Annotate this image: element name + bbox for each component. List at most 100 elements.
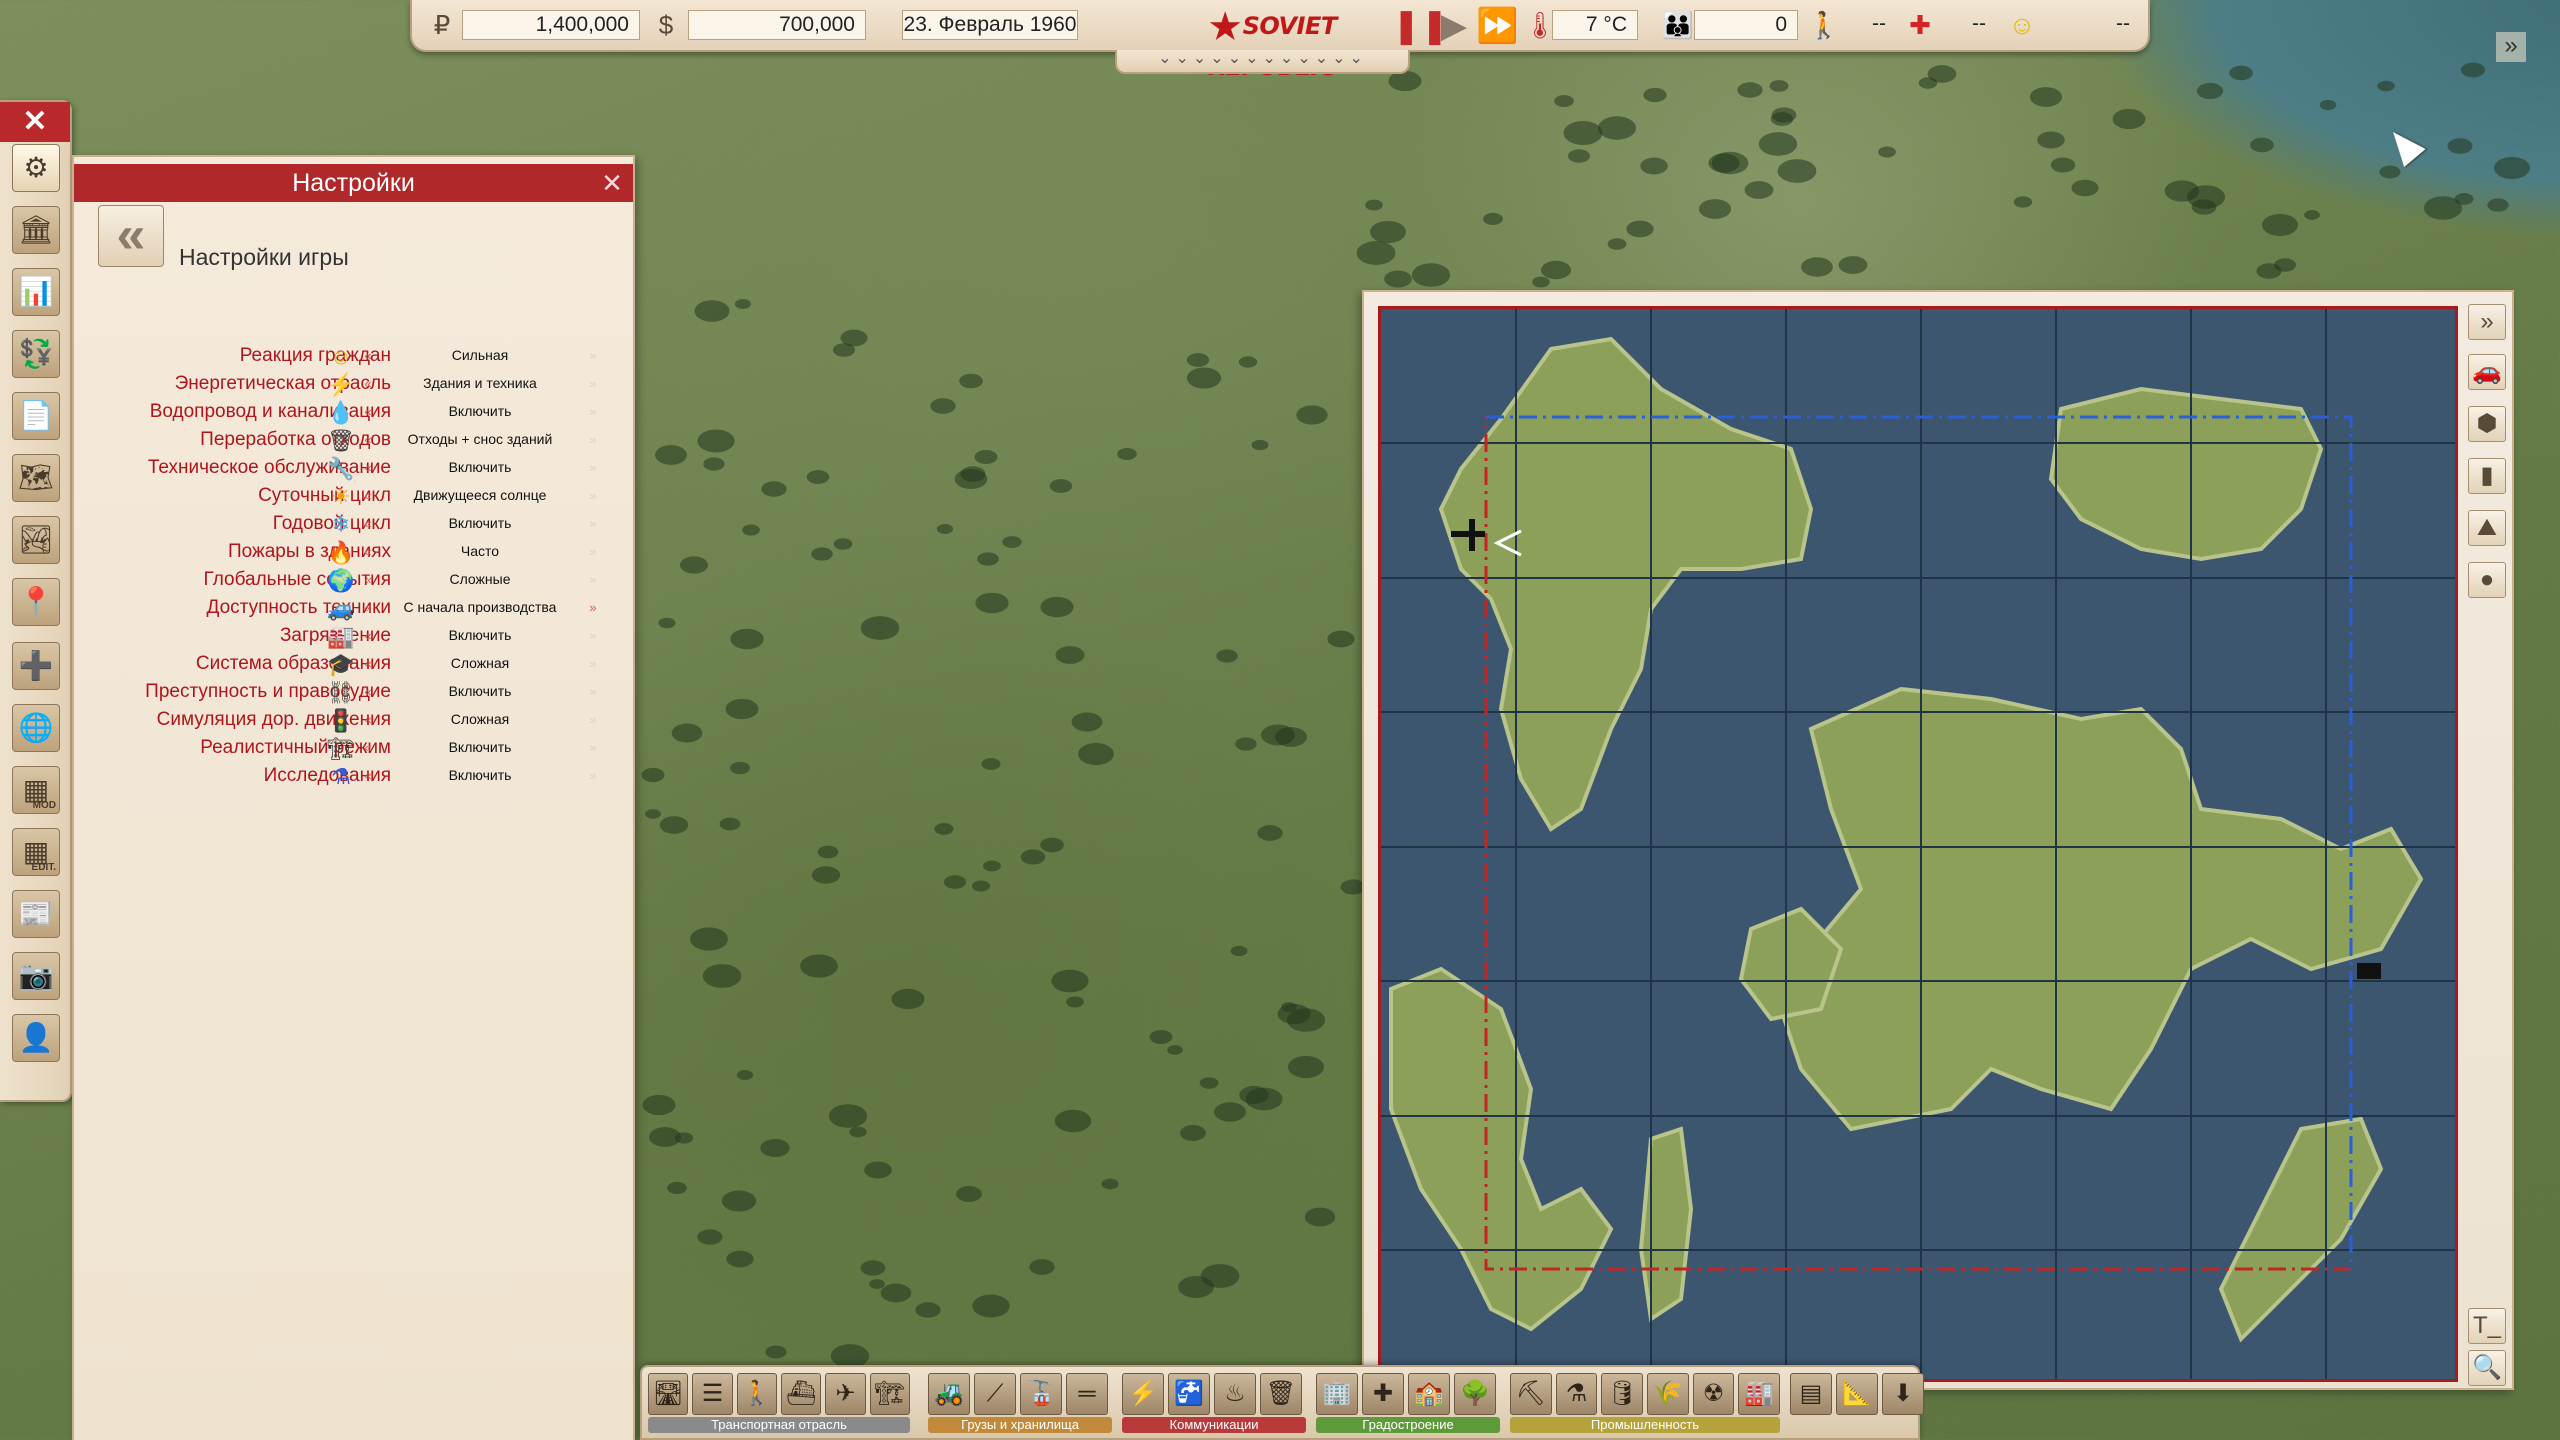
ship-icon[interactable]: ⛴ [780,1373,822,1415]
prev-option-button[interactable]: « [360,347,376,365]
prev-option-button[interactable]: « [360,543,376,561]
statistics-icon[interactable]: 📊 [12,268,60,316]
next-option-button[interactable]: » [585,711,601,729]
group-caption: Транспортная отрасль [648,1417,910,1433]
prev-option-button[interactable]: « [360,655,376,673]
forklift-icon[interactable]: 🚜 [928,1373,970,1415]
road-icon[interactable]: 🛣 [648,1373,689,1415]
next-option-button[interactable]: » [585,403,601,421]
ore-layer-icon[interactable]: ● [2468,562,2506,598]
add-region-icon[interactable]: ➕ [12,642,60,690]
prev-option-button[interactable]: « [360,683,376,701]
next-option-button[interactable]: » [585,683,601,701]
next-option-button[interactable]: » [585,655,601,673]
next-option-button[interactable]: » [585,459,601,477]
next-option-button[interactable]: » [585,487,601,505]
fast-forward-button[interactable]: ⏩ [1476,7,1518,45]
chemical-icon[interactable]: ⚗ [1555,1373,1598,1415]
heating-icon[interactable]: ♨ [1214,1373,1256,1415]
construction-icon[interactable]: 🏭 [1738,1373,1781,1415]
power-line-icon[interactable]: ⚡ [1122,1373,1164,1415]
back-button[interactable]: « [98,205,164,267]
prev-option-button[interactable]: « [360,599,376,617]
minimap[interactable] [1378,306,2458,1382]
close-toolbar-button[interactable]: ✕ [0,102,70,142]
trade-icon[interactable]: 💱 [12,330,60,378]
expand-topbar-tab[interactable]: ⌄⌄⌄⌄⌄⌄⌄⌄⌄⌄⌄⌄ [1115,50,1410,74]
tree [1383,270,1412,288]
prev-option-button[interactable]: « [360,403,376,421]
hospital-icon[interactable]: ✚ [1362,1373,1404,1415]
conveyor-icon[interactable]: ⟋ [974,1373,1016,1415]
prev-option-button[interactable]: « [360,767,376,785]
camera-icon[interactable]: 📷 [12,952,60,1000]
dollars-balance[interactable]: 700,000 [688,10,866,40]
next-option-button[interactable]: » [585,543,601,561]
prev-option-button[interactable]: « [360,375,376,393]
prev-option-button[interactable]: « [360,711,376,729]
editor-icon[interactable]: ▦ EDIT. [12,828,60,876]
zoom-magnifier-icon[interactable]: 🔍 [2468,1350,2506,1386]
world-icon[interactable]: 🌐 [12,704,60,752]
collapse-right-icon[interactable]: » [2496,32,2526,62]
prev-option-button[interactable]: « [360,627,376,645]
mod-icon[interactable]: ▦ MOD [12,766,60,814]
next-option-button[interactable]: » [585,347,601,365]
prev-option-button[interactable]: « [360,739,376,757]
next-option-button[interactable]: » [585,431,601,449]
prev-option-button[interactable]: « [360,459,376,477]
park-icon[interactable]: 🌳 [1454,1373,1496,1415]
settings-gear-icon[interactable]: ⚙ [12,144,60,192]
minimap-expand-button[interactable]: » [2468,304,2506,340]
oil-icon[interactable]: 🛢 [1601,1373,1644,1415]
airplane-icon[interactable]: ✈ [825,1373,866,1415]
vehicles-layer-icon[interactable]: 🚗 [2468,354,2506,390]
tree [642,1094,676,1115]
food-icon[interactable]: 🌾 [1647,1373,1689,1415]
settings-row: Техническое обслуживание 🔧 «Включить» [74,455,637,483]
leader-portrait-icon[interactable]: 👤 [12,1014,60,1062]
map-overview-icon[interactable]: 🏞 [12,516,60,564]
next-option-button[interactable]: » [585,375,601,393]
water-tap-icon[interactable]: 🚰 [1168,1373,1210,1415]
school-icon[interactable]: 🏫 [1408,1373,1450,1415]
rubles-balance[interactable]: 1,400,000 [462,10,640,40]
prev-option-button[interactable]: « [360,571,376,589]
tree [972,880,991,892]
next-option-button[interactable]: » [585,739,601,757]
next-option-button[interactable]: » [585,767,601,785]
next-option-button[interactable]: » [585,571,601,589]
blueprint-icon[interactable]: 📐 [1836,1373,1878,1415]
left-toolbar: ✕ ⚙ 🏛 📊 💱 📄 🗺 🏞 📍 ➕ 🌐 ▦ MOD ▦ EDIT. 📰 📷 👤 [0,100,72,1102]
rail-icon[interactable]: ☰ [692,1373,733,1415]
next-option-button[interactable]: » [585,599,601,617]
storage-layer-icon[interactable]: ▮ [2468,458,2506,494]
terrain-tool-icon[interactable]: ▤ [1790,1373,1832,1415]
resources-layer-icon[interactable]: ⬢ [2468,406,2506,442]
prev-option-button[interactable]: « [360,431,376,449]
waste-icon[interactable]: 🗑 [1260,1373,1302,1415]
download-icon[interactable]: ⬇ [1882,1373,1924,1415]
close-icon[interactable]: ✕ [597,164,627,202]
nuclear-icon[interactable]: ☢ [1692,1373,1735,1415]
location-pin-icon[interactable]: 📍 [12,578,60,626]
buildings-icon[interactable]: 🏛 [12,206,60,254]
next-option-button[interactable]: » [585,515,601,533]
next-option-button[interactable]: » [585,627,601,645]
pedestrian-icon[interactable]: 🚶 [736,1373,777,1415]
newspaper-icon[interactable]: 📰 [12,890,60,938]
depot-icon[interactable]: 🏗 [869,1373,910,1415]
play-button[interactable]: ▶ [1434,7,1474,45]
cable-car-icon[interactable]: 🚡 [1020,1373,1062,1415]
prev-option-button[interactable]: « [360,515,376,533]
mine-icon[interactable]: ⛏ [1510,1373,1552,1415]
prev-option-button[interactable]: « [360,487,376,505]
documents-icon[interactable]: 📄 [12,392,60,440]
pipeline-icon[interactable]: ═ [1066,1373,1108,1415]
transport-routes-icon[interactable]: 🗺 [12,454,60,502]
tree [736,1069,753,1080]
apartments-icon[interactable]: 🏢 [1316,1373,1358,1415]
pause-button[interactable]: ❚❚ [1392,7,1449,45]
text-toggle-button[interactable]: T_ [2468,1308,2506,1344]
terrain-layer-icon[interactable]: ⛰ [2468,510,2506,546]
